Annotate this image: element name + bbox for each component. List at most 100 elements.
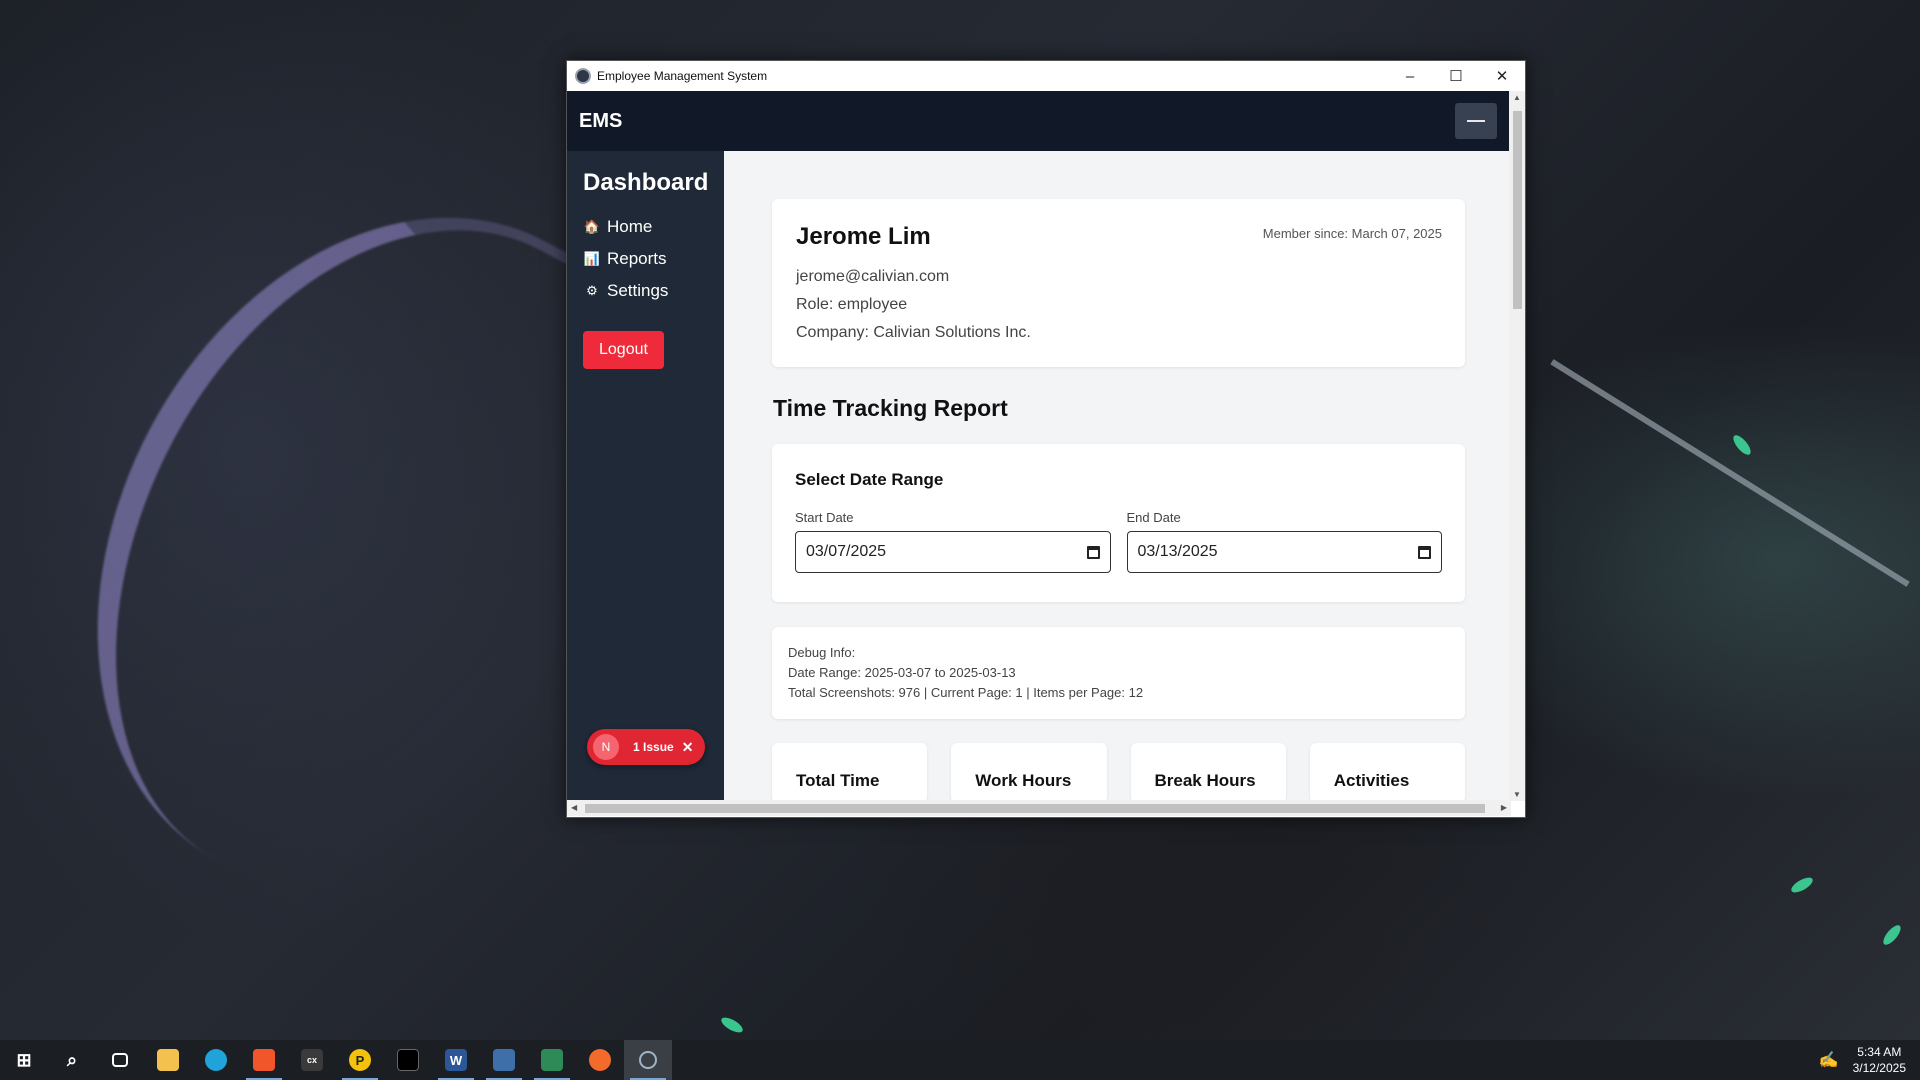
debug-date-range: Date Range: 2025-03-07 to 2025-03-13 (788, 665, 1016, 680)
taskbar-app-yellow[interactable]: P (336, 1040, 384, 1080)
folder-icon (157, 1049, 179, 1071)
wallpaper-leaf (1880, 922, 1904, 948)
sidebar-item-home[interactable]: 🏠 Home (583, 211, 708, 243)
start-date-input[interactable]: 03/07/2025 (795, 531, 1111, 573)
issues-badge[interactable]: N 1 Issue ✕ (587, 729, 705, 765)
stat-card-break-hours: Break Hours (1130, 743, 1286, 801)
issue-count-label: 1 Issue (633, 740, 674, 754)
taskbar-excel[interactable] (528, 1040, 576, 1080)
date-range-card: Select Date Range Start Date 03/07/2025 … (772, 444, 1465, 602)
windows-icon: ⊞ (16, 1049, 32, 1070)
brand-logo[interactable]: EMS (579, 110, 622, 133)
word-icon: W (445, 1049, 467, 1071)
search-button[interactable]: ⌕ (48, 1040, 96, 1080)
electron-icon (639, 1051, 657, 1069)
pen-icon[interactable]: ✍ (1819, 1050, 1839, 1070)
wallpaper-leaf (719, 1014, 745, 1036)
app-window: Employee Management System – ☐ ✕ EMS Das… (566, 60, 1526, 818)
end-date-label: End Date (1126, 510, 1181, 525)
app-icon (493, 1049, 515, 1071)
terminal-icon: cx (301, 1049, 323, 1071)
hamburger-icon (1467, 120, 1485, 122)
app-content: EMS Dashboard 🏠 Home 📊 Reports ⚙ Setting… (567, 91, 1511, 801)
main-content: Jerome Lim jerome@calivian.com Role: emp… (724, 151, 1511, 801)
taskbar-edge[interactable] (192, 1040, 240, 1080)
profile-card: Jerome Lim jerome@calivian.com Role: emp… (772, 199, 1465, 367)
vertical-scroll-thumb[interactable] (1513, 111, 1522, 309)
top-navbar: EMS (567, 91, 1511, 151)
app-logo-icon (575, 68, 591, 84)
task-view-button[interactable] (96, 1040, 144, 1080)
taskbar-app-black[interactable] (384, 1040, 432, 1080)
debug-info-card: Debug Info: Date Range: 2025-03-07 to 20… (772, 627, 1465, 719)
taskbar-electron-app[interactable] (624, 1040, 672, 1080)
system-tray: ✍ 5:34 AM 3/12/2025 (1819, 1044, 1920, 1076)
clock-time: 5:34 AM (1857, 1045, 1902, 1059)
end-date-input[interactable]: 03/13/2025 (1126, 531, 1442, 573)
page-title: Time Tracking Report (773, 395, 1008, 421)
window-title: Employee Management System (597, 69, 768, 83)
sidebar-title: Dashboard (583, 169, 709, 196)
close-icon[interactable]: ✕ (682, 739, 694, 756)
calendar-icon[interactable] (1086, 545, 1100, 559)
debug-totals: Total Screenshots: 976 | Current Page: 1… (788, 685, 1144, 700)
sidebar-item-settings[interactable]: ⚙ Settings (583, 275, 708, 307)
member-since: Member since: March 07, 2025 (1262, 226, 1442, 241)
profile-email: jerome@calivian.com (796, 268, 950, 285)
chart-icon: 📊 (583, 251, 601, 266)
scroll-left-icon[interactable]: ◀ (571, 803, 577, 812)
gear-icon: ⚙ (586, 283, 598, 298)
logout-button[interactable]: Logout (583, 331, 664, 369)
app-icon (589, 1049, 611, 1071)
sidebar-item-label: Settings (607, 281, 669, 300)
scroll-up-icon[interactable]: ▲ (1513, 93, 1521, 102)
sidebar-item-label: Home (607, 217, 653, 236)
sidebar-item-reports[interactable]: 📊 Reports (583, 243, 708, 275)
search-icon: ⌕ (66, 1049, 78, 1070)
profile-role: Role: employee (796, 296, 908, 313)
close-icon[interactable]: ✕ (1479, 61, 1525, 91)
start-date-label: Start Date (795, 510, 854, 525)
date-range-heading: Select Date Range (795, 470, 944, 489)
edge-icon (205, 1049, 227, 1071)
stat-card-total-time: Total Time (772, 743, 928, 801)
task-view-icon (112, 1053, 128, 1067)
scroll-down-icon[interactable]: ▼ (1513, 790, 1521, 799)
wallpaper-blade (1550, 359, 1910, 587)
taskbar-terminal[interactable]: cx (288, 1040, 336, 1080)
start-button[interactable]: ⊞ (0, 1040, 48, 1080)
app-icon: P (349, 1049, 371, 1071)
sidebar: Dashboard 🏠 Home 📊 Reports ⚙ Settings Lo… (567, 151, 724, 801)
clock[interactable]: 5:34 AM 3/12/2025 (1853, 1044, 1906, 1076)
scroll-right-icon[interactable]: ▶ (1501, 803, 1507, 812)
calendar-icon[interactable] (1418, 545, 1431, 559)
debug-title: Debug Info: (788, 645, 856, 660)
menu-toggle-button[interactable] (1455, 103, 1497, 139)
wallpaper-leaf (1789, 874, 1815, 896)
stat-card-activities: Activities (1309, 743, 1465, 801)
sidebar-item-label: Reports (607, 249, 667, 268)
vertical-scrollbar[interactable]: ▲ ▼ (1509, 91, 1525, 801)
brave-icon (253, 1049, 275, 1071)
wallpaper-leaf (1730, 432, 1754, 458)
issue-avatar: N (593, 734, 619, 760)
profile-company: Company: Calivian Solutions Inc. (796, 324, 1031, 341)
taskbar-brave[interactable] (240, 1040, 288, 1080)
stats-row: Total Time Work Hours Break Hours Activi… (772, 743, 1465, 801)
horizontal-scroll-thumb[interactable] (585, 804, 1485, 813)
clock-date: 3/12/2025 (1852, 1061, 1906, 1075)
horizontal-scrollbar[interactable]: ◀ ▶ (567, 800, 1511, 816)
home-icon: 🏠 (583, 219, 601, 234)
taskbar-app-orange[interactable] (576, 1040, 624, 1080)
taskbar-app-blue[interactable] (480, 1040, 528, 1080)
stat-card-work-hours: Work Hours (951, 743, 1107, 801)
maximize-icon[interactable]: ☐ (1433, 61, 1479, 91)
app-icon (397, 1049, 419, 1071)
spreadsheet-icon (541, 1049, 563, 1071)
start-date-value: 03/07/2025 (806, 543, 887, 560)
taskbar-file-explorer[interactable] (144, 1040, 192, 1080)
minimize-icon[interactable]: – (1387, 61, 1433, 91)
window-titlebar[interactable]: Employee Management System – ☐ ✕ (567, 61, 1525, 91)
taskbar-word[interactable]: W (432, 1040, 480, 1080)
end-date-value: 03/13/2025 (1137, 543, 1218, 560)
